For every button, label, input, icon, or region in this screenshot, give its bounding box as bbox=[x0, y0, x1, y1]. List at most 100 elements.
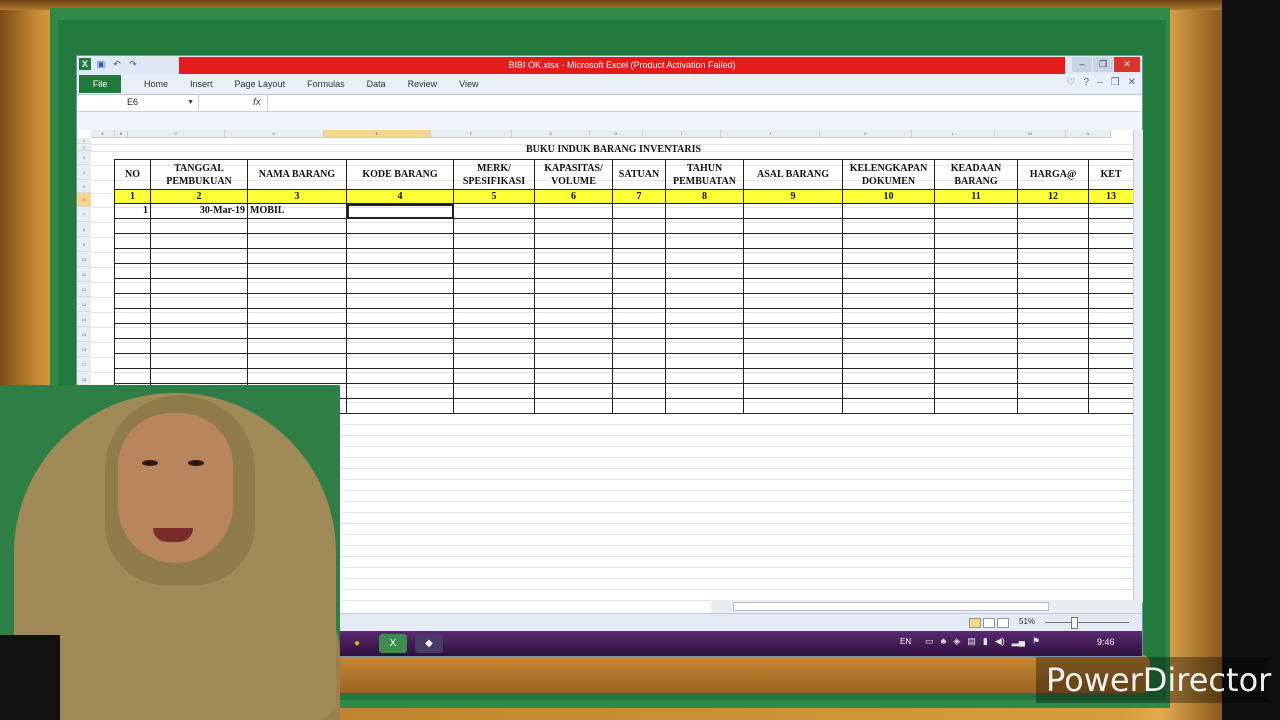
volume-icon[interactable]: ◀) bbox=[995, 636, 1005, 647]
cell[interactable] bbox=[1088, 203, 1134, 219]
cell[interactable] bbox=[1017, 368, 1089, 384]
column-number[interactable]: 3 bbox=[247, 189, 347, 204]
cell[interactable] bbox=[346, 368, 454, 384]
cell[interactable] bbox=[346, 293, 454, 309]
zoom-slider-knob[interactable] bbox=[1071, 617, 1078, 629]
row-header[interactable]: 5 bbox=[77, 180, 91, 193]
battery-icon[interactable]: ▮ bbox=[983, 636, 988, 647]
cell[interactable] bbox=[934, 308, 1018, 324]
column-title[interactable]: ASAL BARANG bbox=[743, 159, 843, 190]
cell[interactable] bbox=[842, 293, 935, 309]
cell[interactable] bbox=[247, 308, 347, 324]
cell[interactable] bbox=[453, 308, 535, 324]
row-header[interactable]: 2 bbox=[77, 144, 91, 151]
row-header[interactable]: 11 bbox=[77, 267, 91, 282]
cell[interactable] bbox=[247, 248, 347, 264]
column-number[interactable]: 9 bbox=[743, 189, 843, 204]
column-title[interactable]: KET bbox=[1088, 159, 1134, 190]
cell[interactable] bbox=[934, 383, 1018, 399]
cell[interactable] bbox=[150, 218, 248, 234]
cell[interactable] bbox=[534, 308, 613, 324]
cell[interactable] bbox=[743, 233, 843, 249]
save-icon[interactable]: ▣ bbox=[95, 58, 107, 70]
cell-nama[interactable]: MOBIL bbox=[247, 203, 347, 219]
cell[interactable] bbox=[612, 368, 666, 384]
cell[interactable] bbox=[346, 233, 454, 249]
column-header[interactable]: H bbox=[590, 130, 643, 138]
column-number[interactable]: 10 bbox=[842, 189, 935, 204]
column-header[interactable]: M bbox=[995, 130, 1066, 138]
column-header[interactable]: K bbox=[820, 130, 912, 138]
cell[interactable] bbox=[1088, 353, 1134, 369]
cell[interactable] bbox=[1088, 368, 1134, 384]
cell[interactable] bbox=[743, 368, 843, 384]
cell[interactable] bbox=[842, 338, 935, 354]
row-header[interactable]: 3 bbox=[77, 151, 91, 165]
cell[interactable] bbox=[150, 278, 248, 294]
column-number[interactable]: 11 bbox=[934, 189, 1018, 204]
flag-icon[interactable]: ⚑ bbox=[1032, 636, 1040, 647]
cell[interactable] bbox=[114, 233, 151, 249]
active-cell[interactable] bbox=[346, 203, 454, 219]
cell[interactable] bbox=[247, 263, 347, 279]
column-header[interactable]: C bbox=[128, 130, 225, 138]
cell-tanggal[interactable]: 30-Mar-19 bbox=[150, 203, 248, 219]
row-header[interactable]: 16 bbox=[77, 342, 91, 357]
workbook-minimize-icon[interactable]: – bbox=[1097, 77, 1103, 88]
cell[interactable] bbox=[612, 353, 666, 369]
cell[interactable] bbox=[1017, 338, 1089, 354]
cell[interactable] bbox=[150, 368, 248, 384]
cell[interactable] bbox=[842, 278, 935, 294]
column-number[interactable]: 13 bbox=[1088, 189, 1134, 204]
column-title[interactable]: KEADAAN BARANG bbox=[934, 159, 1018, 190]
cell[interactable] bbox=[1088, 278, 1134, 294]
cell[interactable] bbox=[665, 353, 744, 369]
cell[interactable] bbox=[1088, 308, 1134, 324]
cell[interactable] bbox=[346, 323, 454, 339]
cell[interactable] bbox=[114, 263, 151, 279]
display-icon[interactable]: ▤ bbox=[967, 636, 976, 647]
cell[interactable] bbox=[934, 398, 1018, 414]
cell[interactable] bbox=[453, 368, 535, 384]
cell[interactable] bbox=[453, 338, 535, 354]
cell[interactable] bbox=[453, 293, 535, 309]
cell[interactable] bbox=[247, 353, 347, 369]
cell[interactable] bbox=[842, 248, 935, 264]
row-header[interactable]: 13 bbox=[77, 297, 91, 312]
cell[interactable] bbox=[453, 233, 535, 249]
undo-icon[interactable]: ↶ bbox=[111, 58, 123, 70]
cell[interactable] bbox=[114, 368, 151, 384]
column-number[interactable]: 7 bbox=[612, 189, 666, 204]
column-title[interactable]: KELENGKAPAN DOKUMEN bbox=[842, 159, 935, 190]
column-number[interactable]: 1 bbox=[114, 189, 151, 204]
column-title[interactable]: TAHUN PEMBUATAN bbox=[665, 159, 744, 190]
cell[interactable] bbox=[114, 248, 151, 264]
cell[interactable] bbox=[665, 203, 744, 219]
cell[interactable] bbox=[743, 203, 843, 219]
row-header[interactable]: 4 bbox=[77, 165, 91, 180]
column-title[interactable]: NAMA BARANG bbox=[247, 159, 347, 190]
column-title[interactable]: TANGGAL PEMBUKUAN bbox=[150, 159, 248, 190]
tab-insert[interactable]: Insert bbox=[179, 74, 224, 94]
signal-icon[interactable]: ▂▄ bbox=[1012, 636, 1025, 647]
cell[interactable] bbox=[743, 293, 843, 309]
shield-icon[interactable]: ◈ bbox=[953, 636, 960, 647]
cell[interactable] bbox=[934, 218, 1018, 234]
cell[interactable] bbox=[612, 338, 666, 354]
cell[interactable] bbox=[1017, 383, 1089, 399]
cell[interactable] bbox=[247, 293, 347, 309]
cell[interactable] bbox=[665, 218, 744, 234]
cell[interactable] bbox=[346, 398, 454, 414]
cell[interactable] bbox=[842, 353, 935, 369]
cell[interactable] bbox=[934, 278, 1018, 294]
name-box[interactable]: E6 ▼ bbox=[77, 95, 199, 110]
network-icon[interactable]: ♣ bbox=[941, 636, 947, 647]
column-header[interactable]: F bbox=[431, 130, 512, 138]
cell[interactable] bbox=[150, 323, 248, 339]
column-header[interactable]: B bbox=[115, 130, 128, 138]
cell[interactable] bbox=[1017, 398, 1089, 414]
column-title[interactable]: HARGA@ bbox=[1017, 159, 1089, 190]
horizontal-scrollbar[interactable] bbox=[711, 600, 1142, 613]
cell[interactable] bbox=[1017, 293, 1089, 309]
tab-review[interactable]: Review bbox=[397, 74, 449, 94]
